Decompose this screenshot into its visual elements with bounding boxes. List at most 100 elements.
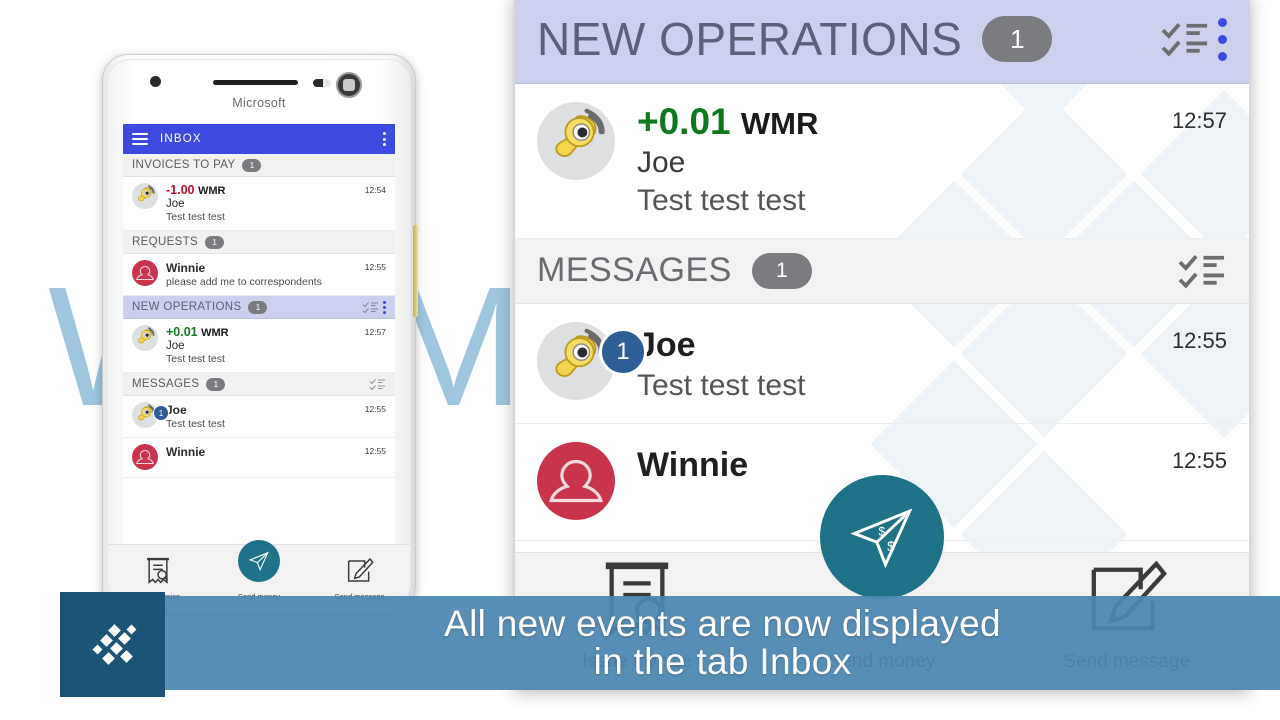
currency: WMR	[197, 185, 226, 197]
caption-line-1: All new events are now displayed	[444, 602, 1001, 644]
mark-all-read-icon[interactable]	[1160, 19, 1210, 59]
contact-name: Joe	[166, 340, 185, 352]
app-bar-title: INBOX	[160, 133, 202, 145]
list-item[interactable]: -1.00 WMR Joe Test test test 12:54	[123, 177, 395, 231]
send-message-button[interactable]: Send message	[320, 557, 400, 601]
mark-all-read-icon[interactable]	[369, 378, 386, 391]
list-item-body: Winnie please add me to correspondents	[166, 260, 359, 288]
send-money-circle: $ $	[819, 475, 944, 599]
phone-inbox-list[interactable]: INVOICES TO PAY 1 -1.00 WMR Joe Test test te…	[123, 154, 395, 478]
contact-name: Winnie	[166, 445, 206, 459]
overflow-menu-icon[interactable]	[383, 132, 386, 146]
list-item[interactable]: 1 Joe Test test test 12:55	[515, 304, 1249, 424]
section-header[interactable]: REQUESTS 1	[123, 231, 395, 254]
message-preview: Test test test	[637, 183, 806, 217]
amount-value: +0.01	[637, 101, 731, 142]
phone-device: Microsoft INBOX INVOICES TO PAY 1 -1.00 WM…	[102, 54, 418, 612]
section-badge: 1	[206, 377, 226, 391]
section-actions	[362, 300, 386, 314]
mark-all-read-icon[interactable]	[1177, 251, 1227, 291]
list-item-body: -1.00 WMR Joe Test test test	[166, 183, 359, 223]
list-item[interactable]: 1 Joe Test test test 12:55	[123, 396, 395, 438]
list-item[interactable]: +0.01 WMR Joe Test test test 12:57	[515, 84, 1249, 239]
send-money-button[interactable]: Send money	[219, 540, 299, 601]
message-preview: please add me to correspondents	[166, 276, 322, 288]
svg-text:$: $	[879, 524, 886, 538]
webmoney-logo	[60, 592, 165, 697]
section-badge: 1	[751, 252, 812, 289]
timestamp: 12:55	[364, 262, 386, 272]
send-money-circle	[237, 540, 280, 582]
section-header[interactable]: NEW OPERATIONS 1	[123, 296, 395, 319]
phone-brand-label: Microsoft	[232, 96, 286, 110]
contact-avatar-icon	[136, 449, 154, 465]
send-money-icon: $ $	[850, 508, 913, 569]
section-title: NEW OPERATIONS	[537, 13, 963, 65]
unread-badge: 1	[599, 327, 647, 376]
section-header[interactable]: NEW OPERATIONS 1	[515, 0, 1249, 84]
contact-avatar-icon	[549, 459, 603, 503]
list-item[interactable]: Winnie 12:55	[123, 438, 395, 478]
list-item-body: Joe Test test test	[637, 322, 1162, 403]
contact-avatar-icon	[136, 265, 154, 281]
contact-name: Winnie	[166, 261, 206, 275]
message-preview: Test test test	[166, 353, 225, 365]
svg-text:$: $	[887, 538, 895, 554]
send-message-icon	[347, 557, 374, 582]
list-item-body: +0.01 WMR Joe Test test test	[166, 325, 359, 365]
avatar	[132, 183, 158, 209]
list-item-body: +0.01 WMR Joe Test test test	[637, 102, 1162, 218]
send-money-icon	[248, 551, 269, 572]
currency: WMR	[740, 106, 819, 141]
list-item-body: Joe Test test test	[166, 402, 359, 430]
earpiece-speaker	[213, 80, 298, 85]
panel-event-list[interactable]: NEW OPERATIONS 1 +0.01 WMR Joe Test test tes…	[515, 0, 1249, 541]
timestamp: 12:55	[364, 404, 386, 414]
front-camera-icon	[150, 76, 161, 87]
overflow-menu-icon[interactable]	[383, 300, 386, 314]
avatar	[132, 325, 158, 351]
contact-name: Joe	[166, 403, 187, 417]
contact-name: Joe	[637, 145, 686, 179]
section-badge: 1	[242, 158, 262, 172]
contact-name: Joe	[166, 198, 185, 210]
message-preview: Test test test	[166, 211, 225, 223]
currency: WMR	[201, 327, 229, 339]
message-preview: Test test test	[637, 368, 806, 402]
amount: -1.00 WMR	[166, 183, 359, 197]
overflow-menu-icon[interactable]	[1218, 17, 1227, 61]
message-preview: Test test test	[166, 418, 225, 430]
section-badge: 1	[982, 16, 1053, 62]
section-badge: 1	[205, 235, 225, 249]
amount-value: -1.00	[166, 183, 195, 197]
list-item-body: Winnie	[166, 444, 359, 470]
section-header[interactable]: MESSAGES 1	[123, 373, 395, 396]
hamburger-menu-icon[interactable]	[132, 133, 148, 145]
section-actions	[369, 378, 386, 391]
caption-text: All new events are now displayed in the …	[444, 602, 1001, 681]
mark-all-read-icon[interactable]	[362, 301, 379, 314]
avatar	[537, 441, 615, 520]
amount-value: +0.01	[166, 325, 198, 339]
phone-side-button	[413, 225, 418, 317]
avatar	[537, 102, 615, 180]
phone-app-bar: INBOX	[123, 124, 395, 154]
webmoney-keeper-avatar-icon	[138, 185, 155, 202]
section-header[interactable]: INVOICES TO PAY 1	[123, 154, 395, 177]
section-badge: 1	[248, 300, 268, 314]
invoice-icon	[147, 557, 170, 584]
list-item[interactable]: +0.01 WMR Joe Test test test 12:57	[123, 319, 395, 373]
timestamp: 12:54	[364, 185, 386, 195]
section-actions	[1177, 251, 1227, 291]
section-title: INVOICES TO PAY	[132, 159, 236, 171]
webmoney-keeper-avatar-icon	[555, 108, 605, 157]
amount: +0.01 WMR	[637, 102, 1162, 142]
section-header[interactable]: MESSAGES 1	[515, 238, 1249, 304]
selfie-camera-icon	[336, 72, 362, 98]
timestamp: 12:55	[364, 446, 386, 456]
unread-badge: 1	[153, 405, 169, 421]
webmoney-logo-icon	[85, 617, 136, 672]
timestamp: 12:55	[1171, 327, 1227, 353]
timestamp: 12:57	[1171, 108, 1227, 133]
list-item[interactable]: Winnie please add me to correspondents 12:…	[123, 254, 395, 296]
